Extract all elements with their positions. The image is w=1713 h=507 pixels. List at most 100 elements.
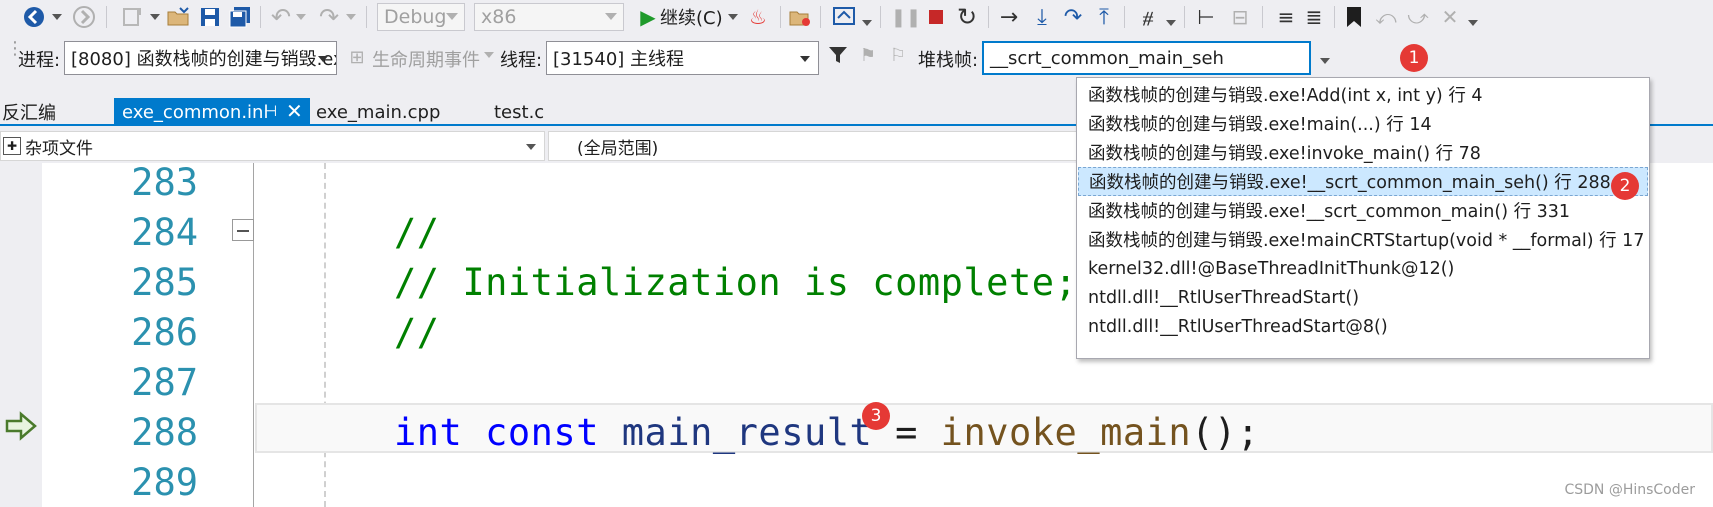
step-over-icon[interactable]: ↷ xyxy=(1060,4,1086,30)
navigate-forward-icon[interactable] xyxy=(70,4,98,30)
keyword-int: int xyxy=(394,411,463,454)
annotation-badge-2: 2 xyxy=(1611,172,1639,200)
solution-configuration-combo[interactable]: Debug xyxy=(377,3,465,31)
stop-icon[interactable] xyxy=(924,4,948,30)
line-number: 284 xyxy=(131,211,198,254)
chevron-down-icon[interactable] xyxy=(346,14,356,20)
redo-icon[interactable]: ↷ xyxy=(316,3,342,31)
navigate-back-icon[interactable] xyxy=(20,4,48,30)
indicator-margin[interactable] xyxy=(0,163,42,507)
tab-disassembly[interactable]: 反汇编 xyxy=(0,98,110,126)
stackframe-option[interactable]: ntdll.dll!__RtlUserThreadStart() xyxy=(1078,283,1648,312)
chevron-down-icon[interactable] xyxy=(150,14,160,20)
thread-combo[interactable]: [31540] 主线程 xyxy=(546,41,819,75)
chevron-down-icon[interactable] xyxy=(484,52,494,58)
next-bookmark-icon[interactable]: ⤻ xyxy=(1404,4,1432,30)
thread-label: 线程: xyxy=(500,50,543,71)
code-comment: // xyxy=(394,211,440,254)
tab-test-c[interactable]: test.c xyxy=(486,98,576,126)
lifecycle-events-icon[interactable]: ⊞ xyxy=(346,44,368,70)
solution-platform-combo[interactable]: x86 xyxy=(474,3,624,31)
pin-icon[interactable]: ⊣ xyxy=(264,102,277,120)
bookmark-icon[interactable] xyxy=(1340,4,1368,30)
tab-exe-main-cpp[interactable]: exe_main.cpp xyxy=(308,98,468,126)
show-next-statement-icon[interactable]: → xyxy=(996,4,1022,30)
hot-reload-icon[interactable]: ♨ xyxy=(744,4,772,30)
toolbar-separator xyxy=(1334,6,1335,28)
toolbar-separator xyxy=(1184,6,1185,28)
chevron-down-icon[interactable] xyxy=(728,14,738,20)
toolbar-separator xyxy=(260,6,261,28)
thread-icon[interactable]: ⊢ xyxy=(1192,4,1220,30)
stackframe-option[interactable]: 函数栈帧的创建与销毁.exe!invoke_main() 行 78 xyxy=(1078,138,1648,167)
lifecycle-events-button[interactable]: 生命周期事件 xyxy=(372,46,480,72)
chevron-down-icon[interactable] xyxy=(862,20,872,26)
attach-folder-icon[interactable] xyxy=(786,4,814,30)
stackframe-option[interactable]: ntdll.dll!__RtlUserThreadStart@8() xyxy=(1078,312,1648,341)
application-insights-icon[interactable] xyxy=(830,4,858,30)
chevron-down-icon[interactable] xyxy=(296,14,306,20)
chevron-down-icon[interactable] xyxy=(52,14,62,20)
chevron-down-icon[interactable] xyxy=(1320,58,1330,64)
stackframe-option[interactable]: 函数栈帧的创建与销毁.exe!mainCRTStartup(void * __f… xyxy=(1078,225,1648,254)
step-into-icon[interactable]: ⤓ xyxy=(1030,4,1054,30)
stackframe-option[interactable]: kernel32.dll!@BaseThreadInitThunk@12() xyxy=(1078,254,1648,283)
standard-toolbar: ↶ ↷ Debug x86 ▶ 继续(C) ♨ ❚❚ ↻ → ⤓ ↷ ⤒ ⧣ ⊢… xyxy=(0,0,1713,34)
chevron-down-icon[interactable] xyxy=(1166,20,1176,26)
toolbar-separator xyxy=(366,6,367,28)
step-out-icon[interactable]: ⤒ xyxy=(1092,4,1116,30)
line-number: 283 xyxy=(131,163,198,204)
code-comment: // Initialization is complete; xyxy=(394,261,1078,304)
tab-exe-common-inl[interactable]: exe_common.inl ⊣ ✕ xyxy=(114,98,310,126)
line-number: 287 xyxy=(131,361,198,404)
line-number: 285 xyxy=(131,261,198,304)
threads-disabled-icon[interactable]: ⊟ xyxy=(1226,4,1254,30)
chevron-down-icon[interactable] xyxy=(1468,20,1478,26)
tab-label: exe_main.cpp xyxy=(316,101,441,123)
toolbar-separator xyxy=(1262,6,1263,28)
tab-label: 反汇编 xyxy=(2,103,56,124)
flag-threads-icon[interactable]: ⚑ xyxy=(856,42,880,68)
line-number: 288 xyxy=(131,411,198,454)
pause-icon[interactable]: ❚❚ xyxy=(891,4,921,30)
open-folder-icon[interactable] xyxy=(164,4,192,30)
toolbar-separator xyxy=(780,6,781,28)
restart-icon[interactable]: ↻ xyxy=(954,3,980,31)
stackframe-option[interactable]: 函数栈帧的创建与销毁.exe!Add(int x, int y) 行 4 xyxy=(1078,80,1648,109)
clear-bookmarks-icon[interactable]: ✕ xyxy=(1436,4,1464,30)
play-icon[interactable]: ▶ xyxy=(634,4,662,30)
return-point-icon xyxy=(0,411,42,445)
variable-name: main_result xyxy=(621,411,873,454)
stackframe-option[interactable]: 函数栈帧的创建与销毁.exe!__scrt_common_main() 行 33… xyxy=(1078,196,1648,225)
stackframe-dropdown-list: 函数栈帧的创建与销毁.exe!Add(int x, int y) 行 4 函数栈… xyxy=(1076,77,1650,359)
stackframe-combo[interactable]: __scrt_common_main_seh xyxy=(982,41,1311,75)
scope-combo[interactable]: (全局范围) xyxy=(548,131,1108,161)
misc-files-icon: ✚ xyxy=(3,137,21,155)
project-value: 杂项文件 xyxy=(25,138,93,159)
save-all-icon[interactable] xyxy=(226,4,254,30)
hex-display-icon[interactable]: ⧣ xyxy=(1134,4,1162,30)
comment-lines-icon[interactable]: ≡ xyxy=(1272,4,1300,30)
chevron-down-icon xyxy=(526,144,536,150)
continue-button[interactable]: 继续(C) xyxy=(660,4,724,30)
stackframe-option[interactable]: 函数栈帧的创建与销毁.exe!main(...) 行 14 xyxy=(1078,109,1648,138)
project-combo[interactable]: ✚ 杂项文件 xyxy=(0,131,545,161)
call-parens: (); xyxy=(1191,411,1260,454)
keyword-const: const xyxy=(485,411,599,454)
configuration-value: Debug xyxy=(384,6,447,28)
stackframe-option-selected[interactable]: 函数栈帧的创建与销毁.exe!__scrt_common_main_seh() … xyxy=(1078,167,1648,196)
toolbar-separator xyxy=(106,6,107,28)
save-icon[interactable] xyxy=(196,4,224,30)
annotation-badge-3: 3 xyxy=(862,402,890,430)
undo-icon[interactable]: ↶ xyxy=(268,3,294,31)
process-label: 进程: xyxy=(18,50,61,71)
new-project-icon[interactable] xyxy=(118,4,146,30)
process-combo[interactable]: [8080] 函数栈帧的创建与销毁.exe xyxy=(64,41,337,75)
process-value: [8080] 函数栈帧的创建与销毁.exe xyxy=(71,49,337,70)
filter-icon[interactable] xyxy=(826,42,850,68)
annotation-badge-1: 1 xyxy=(1400,44,1428,72)
uncomment-lines-icon[interactable]: ≣ xyxy=(1300,4,1328,30)
show-flagged-threads-icon[interactable]: ⚐ xyxy=(886,42,910,68)
previous-bookmark-icon[interactable]: ⤺ xyxy=(1372,4,1400,30)
close-icon[interactable]: ✕ xyxy=(286,99,303,123)
